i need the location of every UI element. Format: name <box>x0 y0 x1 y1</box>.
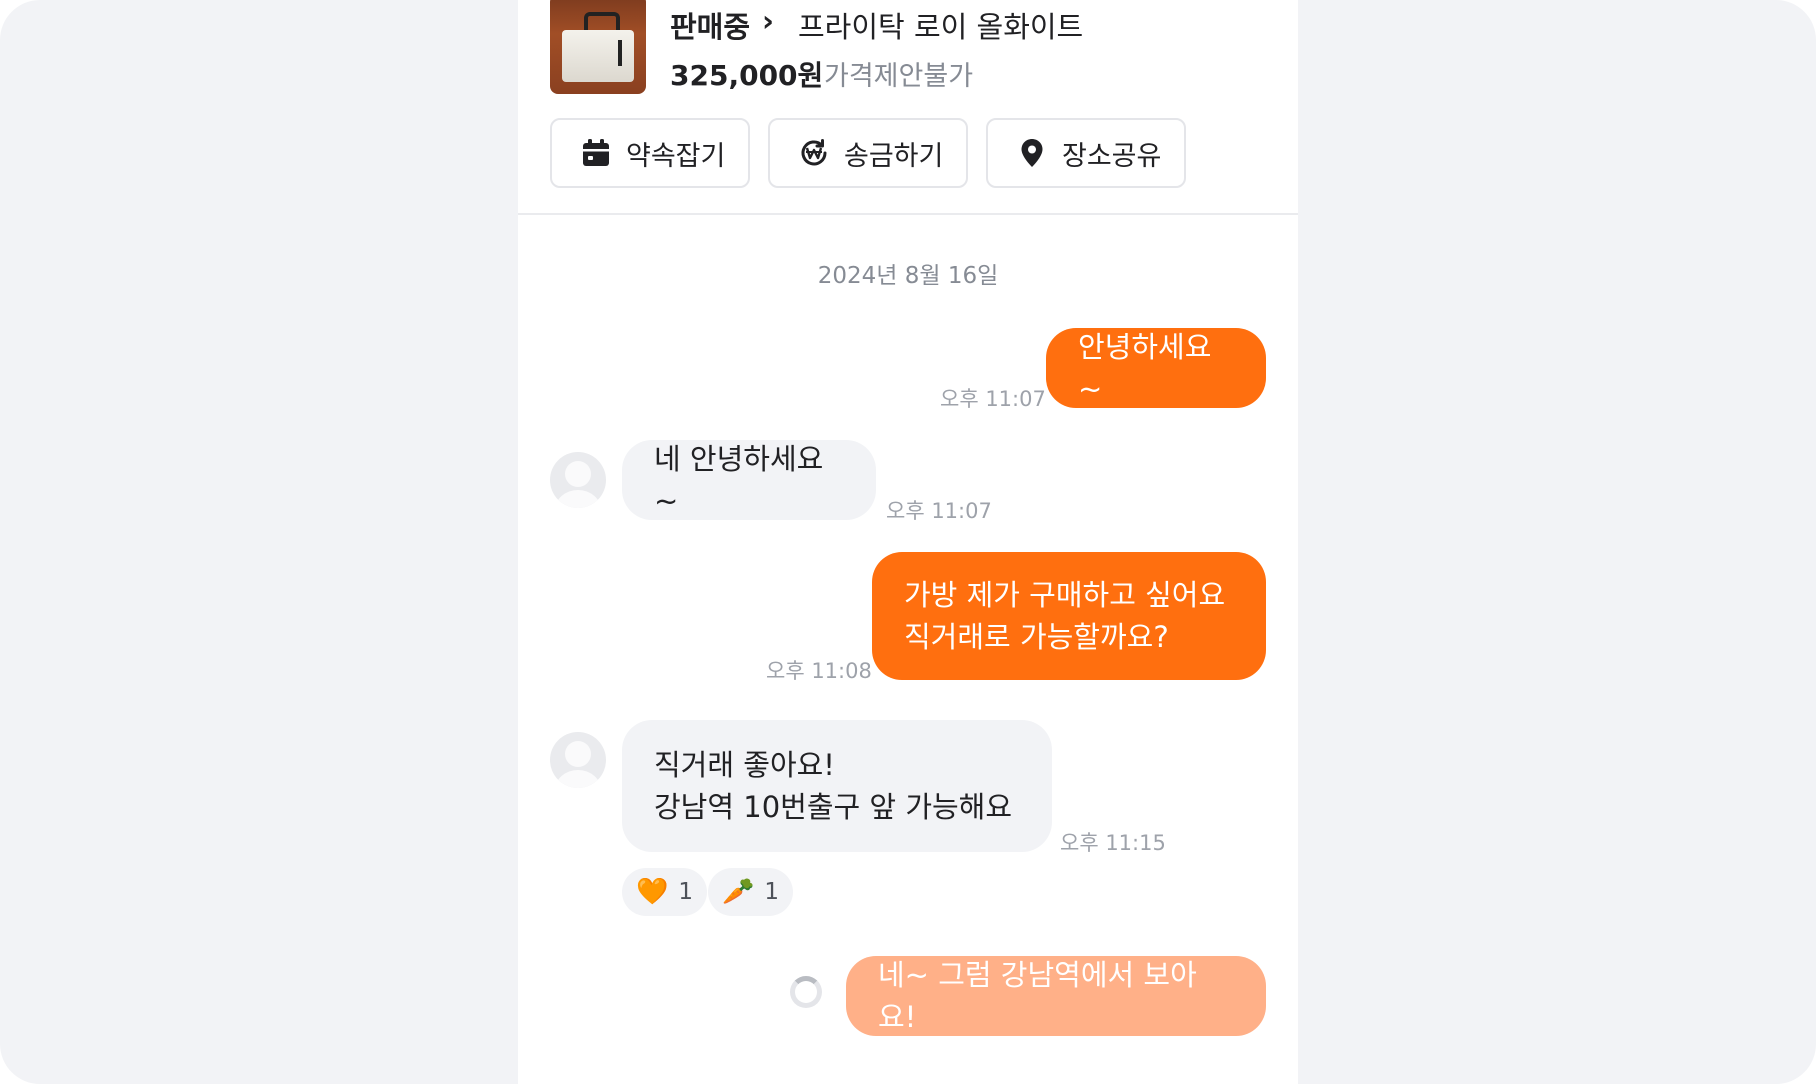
incoming-message-bubble[interactable]: 네 안녕하세요~ <box>622 440 876 520</box>
chat-panel: 판매중 › 프라이탁 로이 올화이트 325,000원 가격제안불가 약속잡기 … <box>518 0 1298 1084</box>
carrot-reaction[interactable]: 🥕 1 <box>708 868 794 916</box>
outgoing-message-bubble[interactable]: 가방 제가 구매하고 싶어요 직거래로 가능할까요? <box>872 552 1266 680</box>
header-divider <box>518 213 1298 215</box>
pending-message-bubble[interactable]: 네~ 그럼 강남역에서 보아요! <box>846 956 1266 1036</box>
message-time: 오후 11:15 <box>1060 831 1166 855</box>
reaction-count: 1 <box>764 879 780 905</box>
share-location-label: 장소공유 <box>1062 140 1162 172</box>
product-thumbnail[interactable] <box>550 0 646 94</box>
send-money-label: 송금하기 <box>844 140 944 172</box>
message-time: 오후 11:07 <box>940 387 1046 411</box>
product-price: 325,000원 <box>670 59 824 92</box>
won-transfer-icon <box>801 139 827 166</box>
price-offer-status: 가격제안불가 <box>824 61 974 92</box>
location-pin-icon <box>1021 139 1043 167</box>
orange-heart-icon: 🧡 <box>636 877 669 907</box>
sending-spinner-icon <box>790 976 822 1008</box>
avatar[interactable] <box>550 732 606 788</box>
heart-reaction[interactable]: 🧡 1 <box>622 868 708 916</box>
sale-status[interactable]: 판매중 <box>670 4 750 46</box>
product-title[interactable]: 프라이탁 로이 올화이트 <box>798 4 1083 46</box>
make-appointment-label: 약속잡기 <box>626 140 726 172</box>
outgoing-message-bubble[interactable]: 안녕하세요~ <box>1046 328 1266 408</box>
make-appointment-button[interactable]: 약속잡기 <box>550 118 750 188</box>
calendar-icon <box>583 139 609 166</box>
date-separator: 2024년 8월 16일 <box>817 263 999 289</box>
share-location-button[interactable]: 장소공유 <box>986 118 1186 188</box>
message-time: 오후 11:08 <box>766 659 872 683</box>
app-frame: 판매중 › 프라이탁 로이 올화이트 325,000원 가격제안불가 약속잡기 … <box>0 0 1816 1084</box>
chevron-right-icon[interactable]: › <box>762 4 774 38</box>
send-money-button[interactable]: 송금하기 <box>768 118 968 188</box>
message-time: 오후 11:07 <box>886 499 992 523</box>
avatar[interactable] <box>550 452 606 508</box>
reaction-count: 1 <box>678 879 694 905</box>
carrot-icon: 🥕 <box>722 877 755 907</box>
incoming-message-bubble[interactable]: 직거래 좋아요! 강남역 10번출구 앞 가능해요 <box>622 720 1052 852</box>
